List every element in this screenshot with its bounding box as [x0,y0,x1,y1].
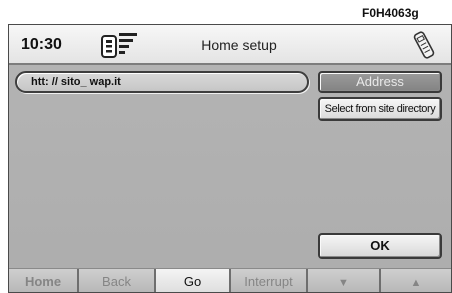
back-soft-key-label: Back [102,274,131,289]
figure-code: F0H4063g [362,6,419,20]
handset-icon [411,30,437,60]
back-soft-key[interactable]: Back [79,269,156,292]
arrow-down-icon: ▼ [338,277,349,289]
go-soft-key-label: Go [183,274,202,289]
clock: 10:30 [21,36,62,53]
soft-key-bar: Home Back Go Interrupt ▼ ▲ [9,268,451,292]
home-soft-key[interactable]: Home [9,269,79,292]
status-bar: 10:30 Home setup [9,25,451,65]
screen-title: Home setup [201,37,277,53]
interrupt-soft-key-label: Interrupt [244,274,293,289]
address-button[interactable]: Address [318,71,442,93]
url-input[interactable]: htt: // sito_ wap.it [15,71,309,93]
go-soft-key[interactable]: Go [156,269,231,292]
arrow-up-icon: ▲ [410,277,422,289]
home-soft-key-label: Home [24,274,62,289]
phone-signal-icon [101,31,141,59]
scroll-up-soft-key[interactable]: ▲ [381,269,451,292]
infotainment-screen: 10:30 Home setup htt: // sito_ wap.it Ad… [8,24,452,293]
manual-figure: F0H4063g 10:30 Home setup htt: // sito_ … [0,0,452,293]
ok-button[interactable]: OK [318,233,442,259]
select-from-site-directory-button[interactable]: Select from site directory [318,97,442,121]
interrupt-soft-key[interactable]: Interrupt [231,269,308,292]
scroll-down-soft-key[interactable]: ▼ [308,269,381,292]
